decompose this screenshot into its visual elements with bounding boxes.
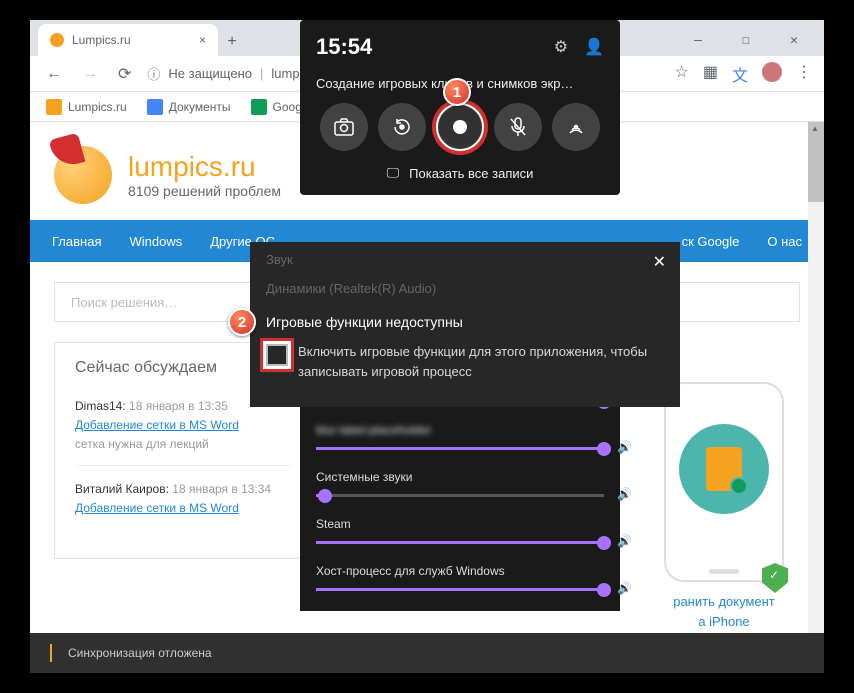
volume-slider[interactable]: 🔊 xyxy=(316,447,604,450)
gamebar-panel: 15:54 ⚙ 👤 Создание игровых клипов и сним… xyxy=(300,20,620,195)
minimize-button[interactable]: — xyxy=(684,33,712,48)
gamebar-time: 15:54 xyxy=(316,34,372,60)
volume-slider[interactable]: 🔊 xyxy=(316,541,604,544)
audio-slider-blur: blur-label-placeholder 🔊 xyxy=(316,423,604,450)
favicon-icon xyxy=(50,33,64,47)
speaker-icon[interactable]: 🔊 xyxy=(617,440,632,454)
back-button[interactable]: ← xyxy=(42,61,66,87)
enable-game-features-checkbox[interactable] xyxy=(266,344,288,366)
discuss-link[interactable]: Добавление сетки в MS Word xyxy=(75,418,239,432)
audio-slider-system: Системные звуки 🔊 xyxy=(316,470,604,497)
gamebar-modal: ✕ Звук Динамики (Realtek(R) Audio) Игров… xyxy=(250,242,680,407)
new-tab-button[interactable]: + xyxy=(218,28,246,56)
nav-search-google[interactable]: ск Google xyxy=(668,222,754,261)
star-icon[interactable]: ☆ xyxy=(675,62,689,86)
enable-game-features-label: Включить игровые функции для этого прило… xyxy=(298,342,664,381)
gear-icon[interactable]: ⚙ xyxy=(554,37,568,57)
scrollbar[interactable] xyxy=(808,122,824,673)
screenshot-button[interactable] xyxy=(320,103,368,151)
volume-slider[interactable]: 🔊 xyxy=(316,494,604,497)
site-title: lumpics.ru xyxy=(128,151,281,183)
nav-windows[interactable]: Windows xyxy=(115,222,196,261)
reload-button[interactable]: ⟳ xyxy=(114,60,135,88)
site-logo[interactable] xyxy=(54,146,112,204)
info-icon: ⓘ xyxy=(147,64,160,83)
discuss-link[interactable]: Добавление сетки в MS Word xyxy=(75,501,239,515)
bookmark-item[interactable]: Документы xyxy=(139,95,239,119)
modal-audio-device: Динамики (Realtek(R) Audio) xyxy=(250,277,680,300)
avatar[interactable] xyxy=(762,62,782,82)
broadcast-button[interactable] xyxy=(552,103,600,151)
discuss-item: Dimas14: 18 января в 13:35 Добавление се… xyxy=(75,397,293,466)
volume-slider[interactable]: 🔊 xyxy=(316,588,604,591)
bookmark-item[interactable]: Lumpics.ru xyxy=(38,95,135,119)
site-subtitle: 8109 решений проблем xyxy=(128,183,281,199)
tab-close-icon[interactable]: × xyxy=(199,33,206,47)
callout-1: 1 xyxy=(443,78,471,106)
browser-tab[interactable]: Lumpics.ru × xyxy=(38,24,218,56)
promo-text[interactable]: ранить документа iPhone xyxy=(664,592,784,631)
promo-block: ранить документа iPhone xyxy=(664,382,784,631)
record-last-button[interactable] xyxy=(378,103,426,151)
speaker-icon[interactable]: 🔊 xyxy=(617,534,632,548)
bookmark-icon xyxy=(147,99,163,115)
mic-mute-button[interactable] xyxy=(494,103,542,151)
security-text: Не защищено xyxy=(168,66,252,81)
record-dot-icon xyxy=(453,120,467,134)
gallery-icon: 🖵 xyxy=(387,165,400,181)
translate-icon[interactable]: 文 xyxy=(732,62,748,86)
record-button[interactable] xyxy=(436,103,484,151)
bookmark-icon xyxy=(46,99,62,115)
menu-icon[interactable]: ⋮ xyxy=(796,62,812,86)
modal-close-button[interactable]: ✕ xyxy=(653,252,666,272)
callout-2: 2 xyxy=(228,308,256,336)
close-button[interactable]: ✕ xyxy=(780,33,808,48)
show-all-recordings[interactable]: Показать все записи xyxy=(409,166,533,181)
audio-slider-host: Хост-процесс для служб Windows 🔊 xyxy=(316,564,604,591)
nav-home[interactable]: Главная xyxy=(38,222,115,261)
modal-heading: Игровые функции недоступны xyxy=(250,300,680,336)
tab-title: Lumpics.ru xyxy=(72,33,131,47)
nav-about[interactable]: О нас xyxy=(753,222,816,261)
profile-icon[interactable]: 👤 xyxy=(584,37,604,57)
maximize-button[interactable]: ☐ xyxy=(732,33,760,48)
bookmark-icon xyxy=(251,99,267,115)
speaker-icon[interactable]: 🔊 xyxy=(617,487,632,501)
speaker-icon[interactable]: 🔊 xyxy=(617,581,632,595)
forward-button: → xyxy=(78,61,102,87)
audio-slider-steam: Steam 🔊 xyxy=(316,517,604,544)
phone-mockup xyxy=(664,382,784,582)
extension-icon[interactable]: ▦ xyxy=(703,62,718,86)
sync-status-bar: Синхронизация отложена xyxy=(30,633,824,673)
modal-section-sound: Звук xyxy=(250,242,680,271)
discuss-item: Виталий Каиров: 18 января в 13:34 Добавл… xyxy=(75,480,293,528)
